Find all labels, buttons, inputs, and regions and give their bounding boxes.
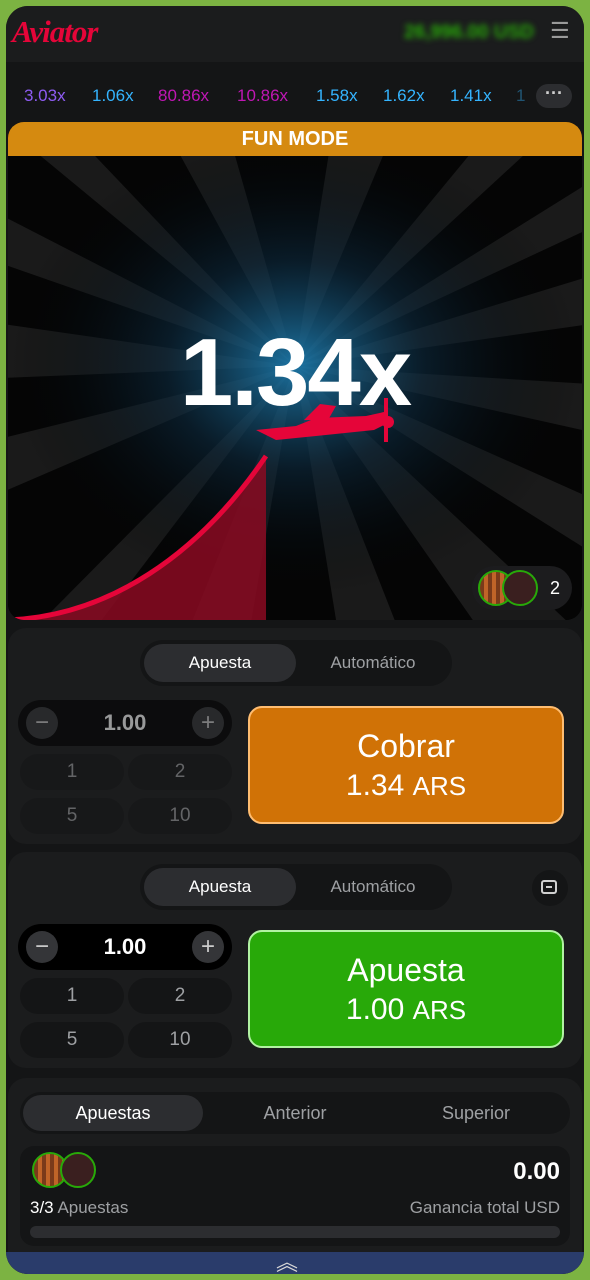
bets-summary: 3/3 Apuestas 0.00 Ganancia total USD xyxy=(20,1146,570,1246)
bets-tabs: Apuestas Anterior Superior xyxy=(20,1092,570,1134)
tab-top[interactable]: Superior xyxy=(386,1095,566,1131)
current-multiplier: 1.34x xyxy=(179,319,412,426)
tab-bet[interactable]: Apuesta xyxy=(144,868,296,906)
cashout-amount: 1.34 xyxy=(345,769,405,802)
players-count: 2 xyxy=(549,578,560,598)
multiplier-history: 3.03x 1.06x 80.86x 10.86x 1.58x 1.62x 1.… xyxy=(6,64,584,124)
cashout-progress-bar xyxy=(30,1226,560,1238)
quick-amount-button[interactable]: 5 xyxy=(20,1022,124,1058)
amount-controls: − 1.00 + 1 2 5 10 xyxy=(18,924,232,1058)
cashout-amount-line: 1.34 ARS xyxy=(250,769,562,803)
bet-panel-1: Apuesta Automático − 1.00 + 1 2 5 10 Cob… xyxy=(8,628,582,844)
plus-icon[interactable]: + xyxy=(192,931,224,963)
total-win-label: Ganancia total USD xyxy=(409,1198,560,1217)
bet-panel-2: Apuesta Automático − 1.00 + 1 2 5 10 Apu… xyxy=(8,852,582,1068)
history-item: 3.03x xyxy=(24,86,66,105)
history-item: 1 xyxy=(516,86,526,105)
cashout-label: Cobrar xyxy=(357,728,455,764)
quick-amount-button[interactable]: 10 xyxy=(128,798,232,834)
bet-mode-tabs: Apuesta Automático xyxy=(140,864,452,910)
bet-amount-line: 1.00 ARS xyxy=(250,993,562,1027)
player-avatar xyxy=(60,1152,96,1188)
player-avatar xyxy=(502,570,538,606)
quick-amount-button[interactable]: 1 xyxy=(20,978,124,1014)
bet-label: Apuesta xyxy=(347,952,465,988)
quick-amount-button[interactable]: 2 xyxy=(128,754,232,790)
minus-icon[interactable]: − xyxy=(26,707,58,739)
bets-count-value: 3/3 xyxy=(30,1198,54,1217)
aviator-logo: Aviator xyxy=(12,14,98,49)
currency-label: ARS xyxy=(412,771,467,801)
chevron-up-icon[interactable]: ︽ xyxy=(276,1252,298,1274)
bet-mode-tabs: Apuesta Automático xyxy=(140,640,452,686)
fun-mode-banner: FUN MODE xyxy=(8,122,582,156)
game-area: FUN MODE 1.34x 2 xyxy=(8,122,582,620)
history-item: 80.86x xyxy=(158,86,210,105)
history-item: 10.86x xyxy=(237,86,289,105)
bet-amount: 1.00 xyxy=(345,993,405,1026)
bets-count: 3/3 Apuestas xyxy=(30,1198,128,1218)
amount-value[interactable]: 1.00 xyxy=(68,924,182,970)
currency-label: ARS xyxy=(412,995,467,1025)
tab-auto[interactable]: Automático xyxy=(298,644,448,682)
more-history-button[interactable]: ··· xyxy=(536,84,572,108)
tab-bet[interactable]: Apuesta xyxy=(144,644,296,682)
amount-controls: − 1.00 + 1 2 5 10 xyxy=(18,700,232,834)
total-win-value: 0.00 xyxy=(513,1158,560,1185)
bets-count-label: Apuestas xyxy=(57,1198,129,1217)
quick-amount-button[interactable]: 1 xyxy=(20,754,124,790)
quick-amount-button[interactable]: 10 xyxy=(128,1022,232,1058)
quick-amount-button[interactable]: 2 xyxy=(128,978,232,1014)
history-item: 1.62x xyxy=(383,86,425,105)
quick-amount-button[interactable]: 5 xyxy=(20,798,124,834)
app-frame: Aviator 26,996.00 USD ☰ 3.03x 1.06x 80.8… xyxy=(6,6,584,1274)
plus-icon[interactable]: + xyxy=(192,707,224,739)
history-item: 1.06x xyxy=(92,86,134,105)
tab-all-bets[interactable]: Apuestas xyxy=(23,1095,203,1131)
hamburger-menu-icon[interactable]: ☰ xyxy=(550,20,572,42)
players-counter: 2 xyxy=(472,566,572,610)
amount-stepper: − 1.00 + xyxy=(18,700,232,746)
place-bet-button[interactable]: Apuesta 1.00 ARS xyxy=(248,930,564,1048)
balance-display: 26,996.00 USD xyxy=(404,22,534,43)
top-bar: Aviator 26,996.00 USD ☰ xyxy=(6,6,584,62)
minus-icon[interactable]: − xyxy=(26,931,58,963)
cashout-button[interactable]: Cobrar 1.34 ARS xyxy=(248,706,564,824)
bets-section: Apuestas Anterior Superior 3/3 Apuestas … xyxy=(8,1078,582,1274)
amount-value[interactable]: 1.00 xyxy=(68,700,182,746)
remove-panel-icon[interactable] xyxy=(532,870,568,906)
amount-stepper: − 1.00 + xyxy=(18,924,232,970)
history-item: 1.41x xyxy=(450,86,492,105)
history-item: 1.58x xyxy=(316,86,358,105)
tab-auto[interactable]: Automático xyxy=(298,868,448,906)
tab-previous[interactable]: Anterior xyxy=(205,1095,385,1131)
